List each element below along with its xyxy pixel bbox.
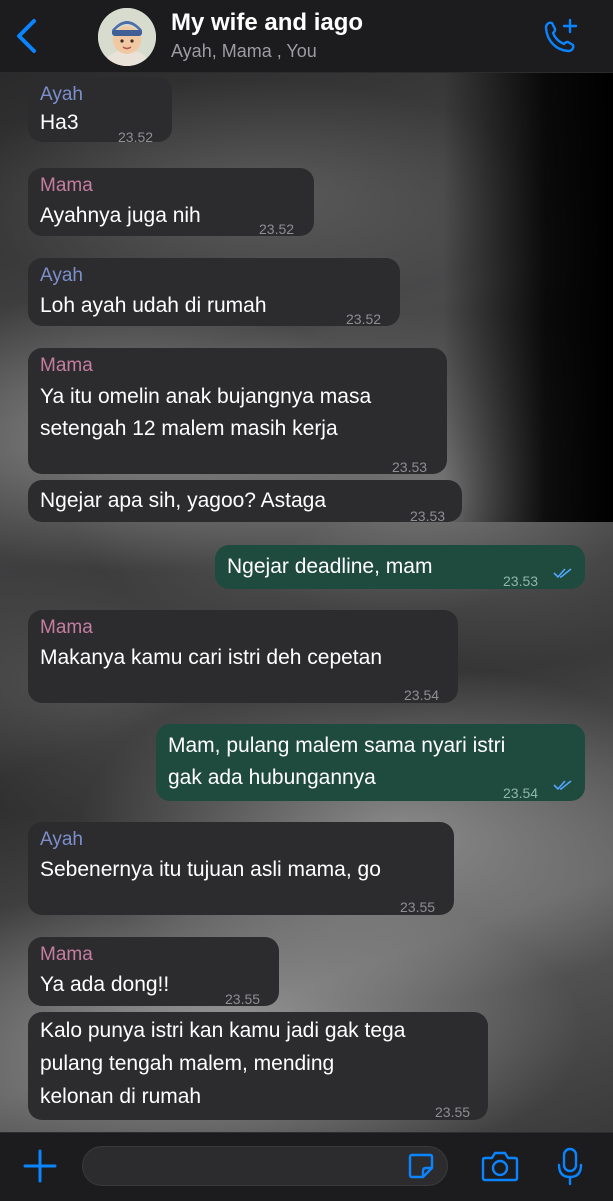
message-sender: Ayah xyxy=(40,829,83,850)
message-time: 23.54 xyxy=(503,785,539,801)
message-text: Ya itu omelin anak bujangnya masa xyxy=(40,385,372,408)
message-time: 23.52 xyxy=(259,221,295,237)
message-sender: Mama xyxy=(40,355,93,376)
chat-title[interactable]: My wife and iago xyxy=(171,9,363,37)
message-sender: Ayah xyxy=(40,84,83,105)
message-bubble[interactable]: Mama Ya itu omelin anak bujangnya masa s… xyxy=(28,348,447,475)
plus-icon xyxy=(23,1149,57,1183)
message-sender: Mama xyxy=(40,617,93,638)
chat-header: My wife and iago Ayah, Mama , You xyxy=(0,0,613,73)
message-bubble-outgoing[interactable]: Ngejar deadline, mam 23.53 xyxy=(215,545,585,589)
message-time: 23.52 xyxy=(346,311,382,327)
message-text: kelonan di rumah xyxy=(40,1085,202,1108)
message-text: setengah 12 malem masih kerja xyxy=(40,417,338,440)
message-text: Ngejar apa sih, yagoo? Astaga xyxy=(40,489,327,512)
message-bubble[interactable]: Ngejar apa sih, yagoo? Astaga 23.53 xyxy=(28,480,462,524)
message-bubble[interactable]: Mama Ayahnya juga nih 23.52 xyxy=(28,168,314,237)
message-text: Makanya kamu cari istri deh cepetan xyxy=(40,646,382,669)
message-input[interactable] xyxy=(82,1146,448,1186)
message-text: gak ada hubungannya xyxy=(168,766,376,789)
chat-participants[interactable]: Ayah, Mama , You xyxy=(171,41,317,62)
message-bubble[interactable]: Kalo punya istri kan kamu jadi gak tega … xyxy=(28,1012,488,1120)
back-chevron-icon xyxy=(17,19,36,53)
voice-message-button[interactable] xyxy=(556,1146,584,1186)
mic-icon xyxy=(557,1147,583,1186)
message-time: 23.55 xyxy=(435,1104,471,1120)
camera-icon xyxy=(481,1151,519,1182)
message-text: Sebenernya itu tujuan asli mama, go xyxy=(40,858,381,881)
message-time: 23.52 xyxy=(118,129,154,145)
message-text: Ya ada dong!! xyxy=(40,973,170,996)
message-text: Ngejar deadline, mam xyxy=(227,555,433,578)
message-time: 23.53 xyxy=(503,573,539,589)
add-call-icon xyxy=(544,18,578,53)
message-time: 23.53 xyxy=(392,459,428,475)
message-sender: Mama xyxy=(40,175,93,196)
back-button[interactable] xyxy=(10,16,46,56)
group-avatar[interactable] xyxy=(98,8,156,66)
sticker-icon xyxy=(408,1153,434,1179)
message-time: 23.53 xyxy=(410,508,446,524)
read-receipt-icon xyxy=(553,568,572,579)
message-bubble-outgoing[interactable]: Mam, pulang malem sama nyari istri gak a… xyxy=(156,724,585,801)
attach-button[interactable] xyxy=(22,1148,58,1184)
message-bubble[interactable]: Ayah Loh ayah udah di rumah 23.52 xyxy=(28,258,400,327)
message-text: pulang tengah malem, mending xyxy=(40,1052,335,1075)
message-bubble[interactable]: Mama Ya ada dong!! 23.55 xyxy=(28,937,279,1007)
add-call-button[interactable] xyxy=(540,16,584,56)
message-text: Ayahnya juga nih xyxy=(40,204,201,227)
child-photo-icon xyxy=(98,8,156,66)
message-text: Ha3 xyxy=(40,111,79,134)
message-sender: Ayah xyxy=(40,265,83,286)
sticker-button[interactable] xyxy=(406,1151,436,1181)
message-bubble[interactable]: Ayah Ha3 23.52 xyxy=(28,77,172,145)
message-bubble[interactable]: Mama Makanya kamu cari istri deh cepetan… xyxy=(28,610,458,703)
composer-bar xyxy=(0,1132,613,1201)
message-text: Loh ayah udah di rumah xyxy=(40,294,267,317)
message-bubble[interactable]: Ayah Sebenernya itu tujuan asli mama, go… xyxy=(28,822,454,915)
message-time: 23.55 xyxy=(225,991,261,1007)
camera-button[interactable] xyxy=(480,1149,520,1183)
message-text: Mam, pulang malem sama nyari istri xyxy=(168,734,506,757)
message-sender: Mama xyxy=(40,944,93,965)
read-receipt-icon xyxy=(553,780,572,791)
message-text: Kalo punya istri kan kamu jadi gak tega xyxy=(40,1019,406,1042)
message-time: 23.55 xyxy=(400,899,436,915)
message-time: 23.54 xyxy=(404,687,440,703)
